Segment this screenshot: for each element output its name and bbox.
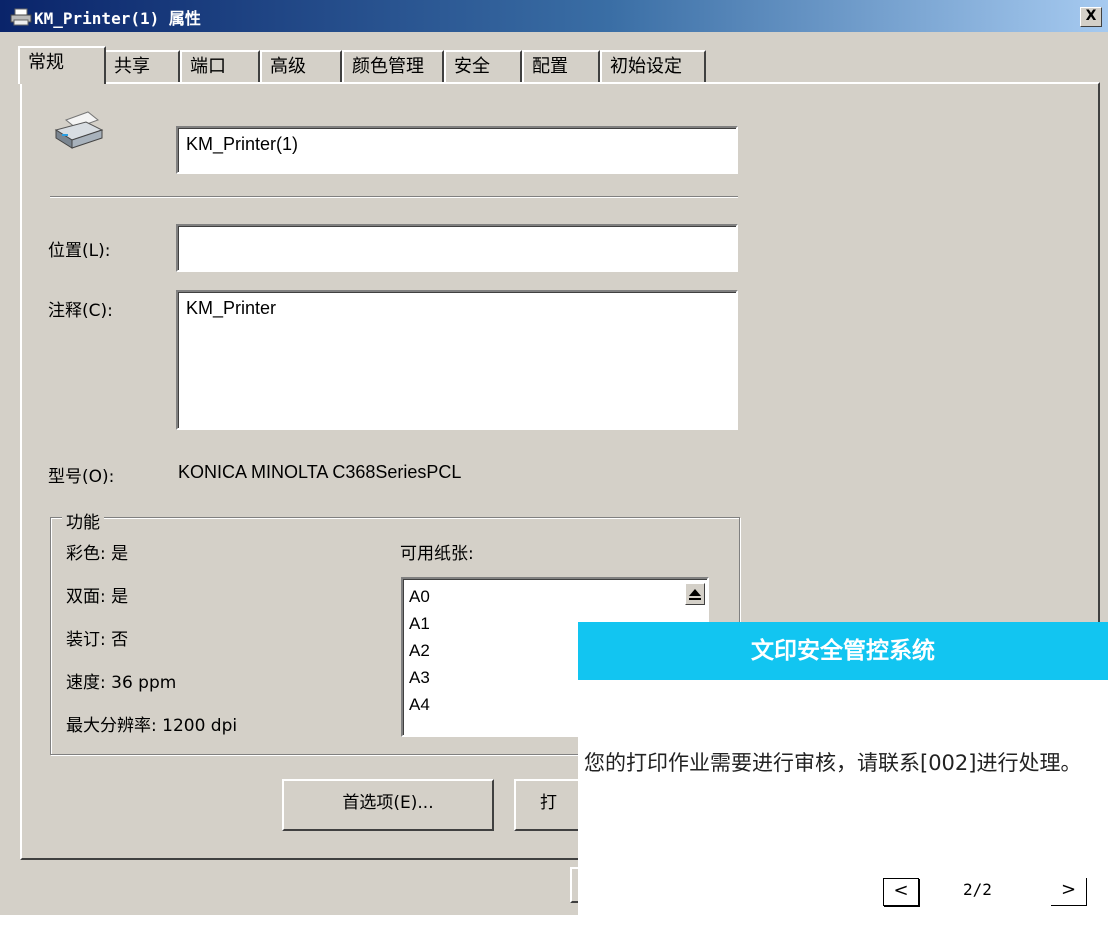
- staple-feature: 装订: 否: [66, 630, 129, 650]
- printer-icon: [10, 8, 32, 26]
- comment-textarea[interactable]: KM_Printer: [176, 290, 738, 430]
- printer-icon: [52, 110, 106, 158]
- divider: [50, 196, 738, 198]
- tab-advanced[interactable]: 高级: [260, 50, 342, 82]
- popup-header: 文印安全管控系统: [578, 622, 1108, 680]
- features-legend: 功能: [62, 508, 104, 533]
- tab-sharing[interactable]: 共享: [104, 50, 180, 82]
- tab-label: 初始设定: [610, 56, 682, 77]
- tab-security[interactable]: 安全: [444, 50, 522, 82]
- tab-initial-settings[interactable]: 初始设定: [600, 50, 706, 82]
- tab-label: 配置: [532, 56, 568, 77]
- tab-label: 颜色管理: [352, 56, 424, 77]
- available-paper-label: 可用纸张:: [400, 544, 474, 564]
- title-bar[interactable]: KM_Printer(1) 属性 X: [0, 0, 1108, 32]
- preferences-button[interactable]: 首选项(E)...: [282, 779, 494, 831]
- tab-label: 高级: [270, 56, 306, 77]
- triangle-up-icon: [689, 589, 701, 600]
- page-indicator: 2/2: [963, 880, 992, 899]
- close-button[interactable]: X: [1080, 7, 1102, 27]
- prev-page-button[interactable]: <: [883, 878, 919, 906]
- tab-label: 安全: [454, 56, 490, 77]
- location-label: 位置(L):: [48, 241, 111, 261]
- speed-feature: 速度: 36 ppm: [66, 673, 177, 693]
- model-value: KONICA MINOLTA C368SeriesPCL: [178, 462, 462, 482]
- scroll-up-button[interactable]: [685, 583, 705, 605]
- tab-ports[interactable]: 端口: [180, 50, 260, 82]
- color-feature: 彩色: 是: [66, 544, 129, 564]
- tab-label: 常规: [28, 52, 64, 73]
- duplex-feature: 双面: 是: [66, 587, 129, 607]
- model-label: 型号(O):: [48, 467, 115, 487]
- popup-message: 您的打印作业需要进行审核，请联系[002]进行处理。: [584, 751, 1082, 775]
- tab-configuration[interactable]: 配置: [522, 50, 600, 82]
- printer-name-input[interactable]: KM_Printer(1): [176, 126, 738, 174]
- max-resolution-feature: 最大分辨率: 1200 dpi: [66, 716, 238, 736]
- tab-general[interactable]: 常规: [18, 46, 106, 84]
- popup-pagination: < 2/2 >: [883, 878, 1108, 908]
- comment-label: 注释(C):: [48, 301, 113, 321]
- tab-label: 端口: [190, 56, 226, 77]
- window-title: KM_Printer(1) 属性: [34, 9, 201, 28]
- tab-color-management[interactable]: 颜色管理: [342, 50, 444, 82]
- audit-notification-popup: 文印安全管控系统 您的打印作业需要进行审核，请联系[002]进行处理。 < 2/…: [578, 622, 1108, 915]
- next-page-button[interactable]: >: [1051, 878, 1087, 906]
- list-item[interactable]: A0: [403, 583, 707, 610]
- location-input[interactable]: [176, 224, 738, 272]
- tab-label: 共享: [114, 56, 150, 77]
